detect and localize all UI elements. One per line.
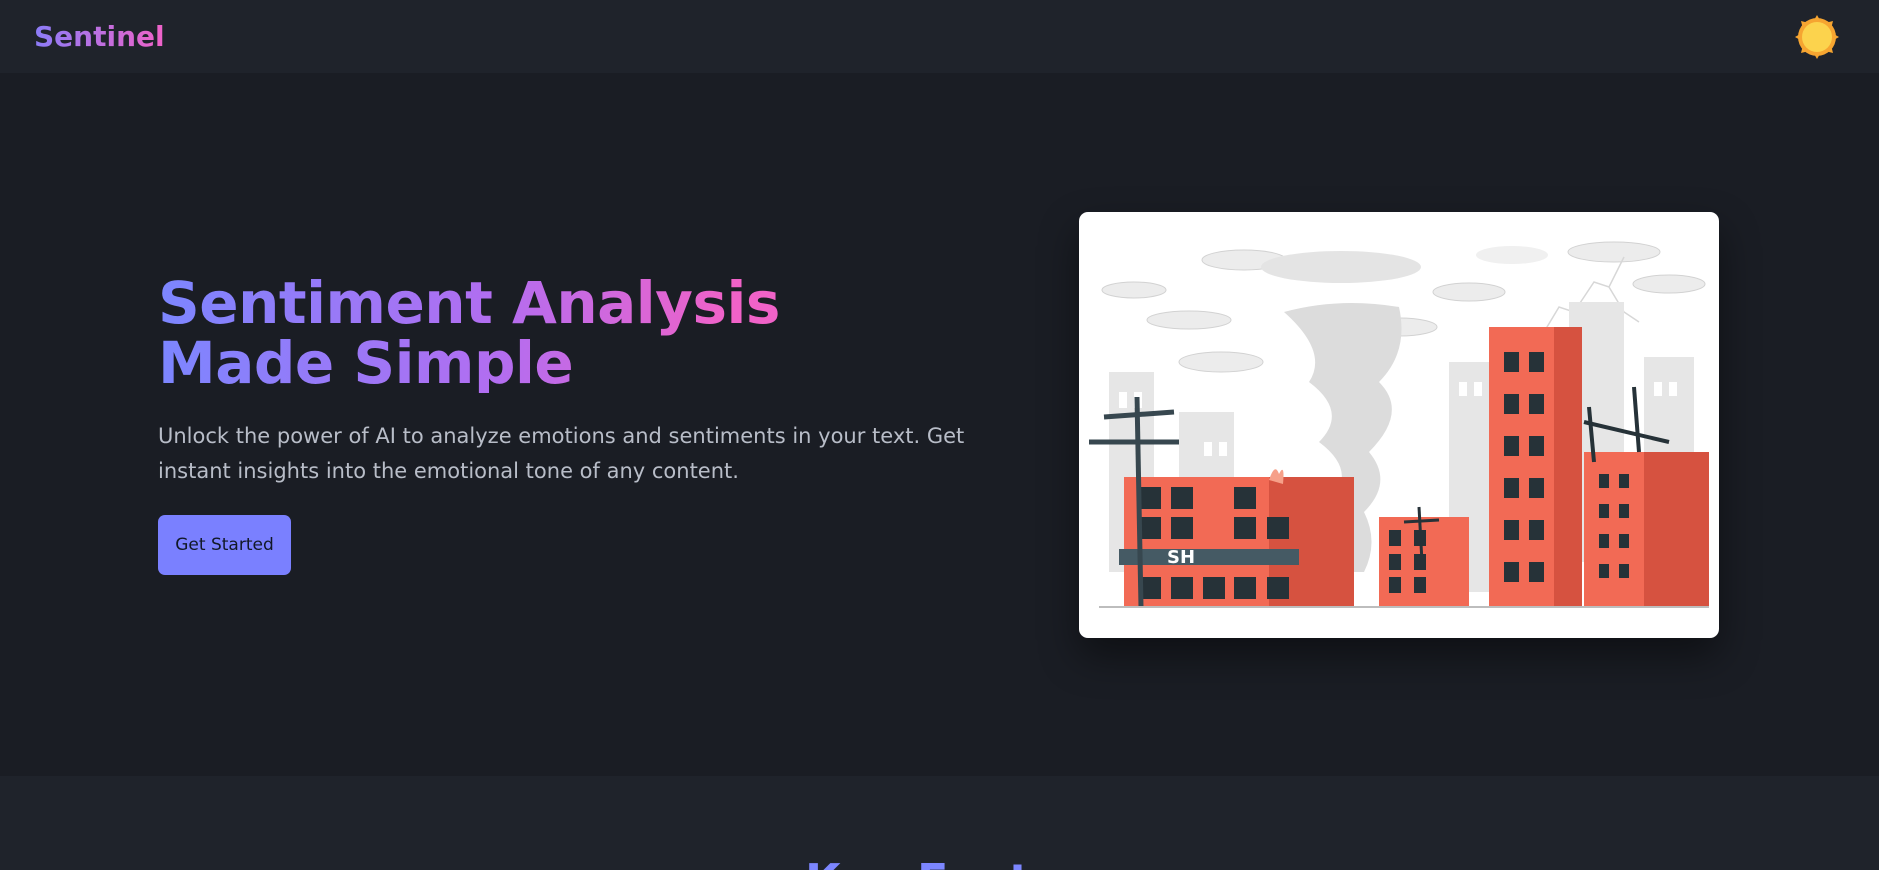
brand-logo[interactable]: Sentinel [34,20,165,53]
sun-icon [1795,14,1839,59]
hero-description: Unlock the power of AI to analyze emotio… [158,424,965,483]
hero-section: Sentiment Analysis Made Simple Unlock th… [0,73,1879,776]
get-started-button[interactable]: Get Started [158,515,291,575]
hero-title: Sentiment Analysis Made Simple [158,273,918,393]
key-features-section: Key Features [0,776,1879,870]
theme-toggle-button[interactable] [1793,13,1841,61]
navbar: Sentinel [0,0,1879,73]
hero-text: Sentiment Analysis Made Simple Unlock th… [158,273,1018,575]
section-title: Key Features [805,854,1145,870]
city-destruction-illustration-icon: SH [1089,241,1709,608]
shop-sign: SH [1167,547,1195,568]
hero-illustration: SH [1079,212,1719,638]
